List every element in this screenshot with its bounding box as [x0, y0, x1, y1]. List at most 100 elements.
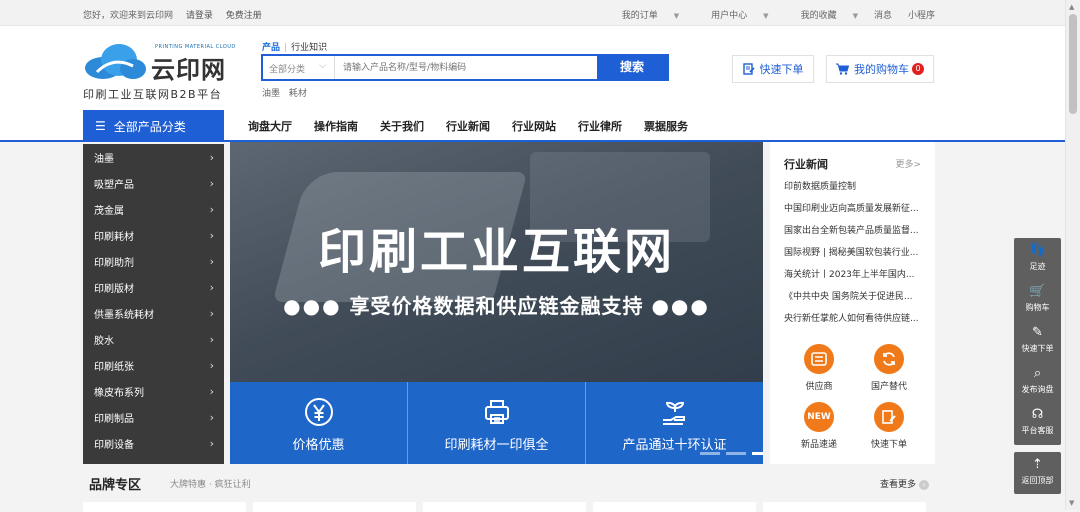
service-supplier[interactable]: 供应商	[784, 344, 854, 392]
nav-item-bills[interactable]: 票据服务	[644, 118, 688, 134]
all-categories-label: 全部产品分类	[113, 119, 186, 134]
login-link[interactable]: 请登录	[186, 11, 213, 21]
sidebar-item-label: 印刷纸张	[94, 361, 134, 373]
sidebar-item-blister[interactable]: 吸塑产品 ›	[83, 170, 224, 196]
back-to-top-button[interactable]: ⇡ 返回顶部	[1014, 452, 1061, 494]
brand-card[interactable]	[593, 502, 756, 512]
sidebar-item-label: 印刷耗材	[94, 231, 134, 243]
sidebar-item-blanket[interactable]: 橡皮布系列 ›	[83, 378, 224, 404]
search-tab-product[interactable]: 产品	[262, 43, 280, 53]
scroll-up-icon[interactable]: ▲	[1069, 3, 1074, 11]
quick-order-icon	[874, 402, 904, 432]
service-quick-order[interactable]: 快速下单	[854, 402, 924, 450]
feature-consumables[interactable]: 印刷耗材一印俱全	[408, 382, 586, 464]
sidebar-item-additives[interactable]: 印刷助剂 ›	[83, 248, 224, 274]
user-center-link[interactable]: 用户中心 ▼	[695, 8, 768, 21]
search-category-select[interactable]: 全部分类 ⌵	[263, 56, 335, 79]
hot-keywords: 油墨 耗材	[262, 86, 313, 99]
brand-card[interactable]	[763, 502, 926, 512]
brand-card[interactable]	[253, 502, 416, 512]
news-item[interactable]: 印前数据质量控制	[784, 180, 924, 202]
hero-banner[interactable]: 印刷工业互联网 ●●● 享受价格数据和供应链金融支持 ●●● 价格优惠 印刷耗材…	[230, 142, 763, 464]
top-links: 我的订单 ▼ 用户中心 ▼ 我的收藏 ▼ 消息 小程序	[590, 8, 935, 21]
sidebar-item-ink-system[interactable]: 供墨系统耗材 ›	[83, 300, 224, 326]
hot-keyword[interactable]: 油墨	[262, 89, 280, 99]
sidebar-item-label: 印刷设备	[94, 439, 134, 451]
brand-zone: 品牌专区 大牌特惠 · 疯狂让利 查看更多 ›	[0, 464, 1065, 512]
sidebar-item-metallocene[interactable]: 茂金属 ›	[83, 196, 224, 222]
chevron-right-icon: ›	[209, 410, 214, 424]
sidebar-item-printed-goods[interactable]: 印刷制品 ›	[83, 404, 224, 430]
slide-dot[interactable]	[726, 452, 746, 455]
cart-icon: 🛒	[1029, 284, 1046, 299]
service-domestic[interactable]: 国产替代	[854, 344, 924, 392]
news-item[interactable]: 中国印刷业迈向高质量发展新征...	[784, 202, 924, 224]
float-footprint[interactable]: 👣 足迹	[1014, 238, 1061, 279]
hot-keyword[interactable]: 耗材	[289, 89, 307, 99]
mini-program-link[interactable]: 小程序	[908, 8, 935, 21]
sidebar-item-consumables[interactable]: 印刷耗材 ›	[83, 222, 224, 248]
float-support[interactable]: ☊ 平台客服	[1014, 402, 1061, 443]
search-tab-knowledge[interactable]: 行业知识	[291, 43, 327, 53]
slider-indicator	[700, 452, 763, 455]
news-item[interactable]: 《中共中央 国务院关于促进民...	[784, 290, 924, 312]
scrollbar-thumb[interactable]	[1069, 14, 1077, 114]
logo-slogan: 印刷工业互联网B2B平台	[83, 88, 223, 101]
sidebar-item-equipment[interactable]: 印刷设备 ›	[83, 430, 224, 456]
nav-item-sites[interactable]: 行业网站	[512, 118, 556, 134]
yen-coin-icon	[304, 398, 333, 426]
messages-link[interactable]: 消息	[874, 8, 892, 21]
nav-item-guide[interactable]: 操作指南	[314, 118, 358, 134]
top-bar: 您好，欢迎来到云印网 请登录 免费注册 我的订单 ▼ 用户中心 ▼ 我的收藏 ▼ 消息…	[0, 0, 1065, 26]
brand-card[interactable]	[83, 502, 246, 512]
service-label: 国产替代	[870, 382, 907, 392]
nav-item-about[interactable]: 关于我们	[380, 118, 424, 134]
nav-item-news[interactable]: 行业新闻	[446, 118, 490, 134]
page-scrollbar[interactable]: ▲ ▼	[1065, 0, 1080, 510]
sidebar-item-label: 橡皮布系列	[94, 387, 144, 399]
nav-item-law[interactable]: 行业律所	[578, 118, 622, 134]
search-button[interactable]: 搜索	[597, 56, 667, 79]
banner-dots-left: ●●●	[283, 294, 342, 318]
news-item[interactable]: 央行新任掌舵人如何看待供应链...	[784, 312, 924, 334]
all-categories-button[interactable]: ☰ 全部产品分类	[83, 110, 224, 142]
brand-card[interactable]	[423, 502, 586, 512]
feature-price[interactable]: 价格优惠	[230, 382, 408, 464]
search-box: 全部分类 ⌵ 搜索	[261, 54, 669, 81]
chevron-down-icon: ⌵	[319, 61, 326, 71]
slide-dot[interactable]	[700, 452, 720, 455]
brand-zone-more-link[interactable]: 查看更多 ›	[880, 477, 930, 490]
sidebar-item-label: 供墨系统耗材	[94, 309, 154, 321]
my-orders-link[interactable]: 我的订单 ▼	[606, 8, 679, 21]
float-label: 平台客服	[1021, 426, 1054, 435]
search-input[interactable]	[335, 56, 597, 79]
float-cart[interactable]: 🛒 购物车	[1014, 279, 1061, 320]
news-more-link[interactable]: 更多>	[895, 157, 921, 170]
site-logo[interactable]: PRINTING MATERIAL CLOUD 云印网 印刷工业互联网B2B平台	[83, 40, 235, 101]
search-tabs: 产品 | 行业知识	[262, 40, 327, 53]
register-link[interactable]: 免费注册	[226, 11, 262, 21]
quick-order-button[interactable]: 快速下单	[732, 55, 814, 83]
float-label: 快速下单	[1021, 344, 1054, 353]
sidebar-item-plates[interactable]: 印刷版材 ›	[83, 274, 224, 300]
sidebar-item-paper[interactable]: 印刷纸张 ›	[83, 352, 224, 378]
document-edit-icon: ✎	[1032, 325, 1043, 340]
news-item[interactable]: 国家出台全新包装产品质量监督...	[784, 224, 924, 246]
float-quick-order[interactable]: ✎ 快速下单	[1014, 320, 1061, 361]
sidebar-item-glue[interactable]: 胶水 ›	[83, 326, 224, 352]
news-item[interactable]: 国际视野 | 揭秘美国软包装行业...	[784, 246, 924, 268]
favorites-link[interactable]: 我的收藏 ▼	[785, 8, 858, 21]
sidebar-item-ink[interactable]: 油墨 ›	[83, 144, 224, 170]
category-value: 全部分类	[269, 65, 306, 75]
nav-item-inquiry[interactable]: 询盘大厅	[248, 118, 292, 134]
news-item[interactable]: 海关统计丨2023年上半年国内...	[784, 268, 924, 290]
scroll-down-icon[interactable]: ▼	[1069, 499, 1074, 507]
float-inquiry[interactable]: ⌕ 发布询盘	[1014, 361, 1061, 402]
service-new-products[interactable]: NEW 新品速递	[784, 402, 854, 450]
slide-dot-active[interactable]	[752, 452, 763, 455]
new-badge-text: NEW	[807, 412, 831, 422]
arrow-up-icon: ⇡	[1032, 457, 1043, 472]
chevron-right-icon: ›	[209, 150, 214, 164]
chevron-right-icon: ›	[209, 358, 214, 372]
cart-button[interactable]: 我的购物车 0	[826, 55, 934, 83]
